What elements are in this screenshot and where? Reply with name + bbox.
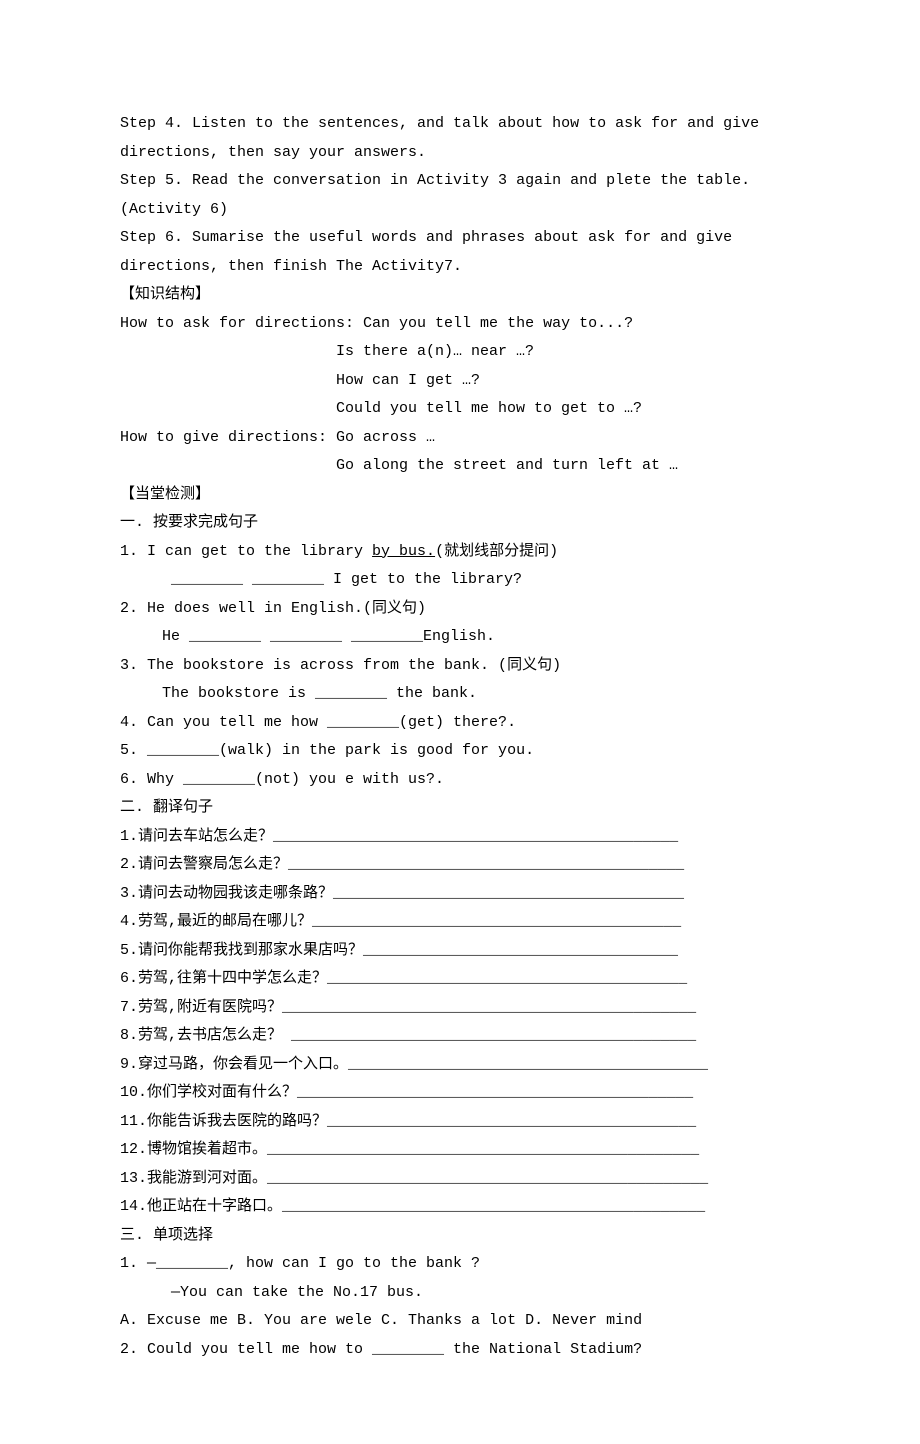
step-4: Step 4. Listen to the sentences, and tal… [120, 110, 800, 167]
question-a4: 4. Can you tell me how ________(get) the… [120, 709, 800, 738]
give-directions-intro: How to give directions: Go across … [120, 424, 800, 453]
question-b10: 10.你们学校对面有什么？___________________________… [120, 1079, 800, 1108]
question-b4: 4.劳驾,最近的邮局在哪儿？__________________________… [120, 908, 800, 937]
question-b3: 3.请问去动物园我该走哪条路？_________________________… [120, 880, 800, 909]
question-a2-blank: He ________ ________ ________English. [120, 623, 800, 652]
question-b9: 9.穿过马路，你会看见一个入口。________________________… [120, 1051, 800, 1080]
section-a-heading: 一. 按要求完成句子 [120, 509, 800, 538]
q-a1-underlined: by bus. [372, 543, 435, 560]
question-b6: 6.劳驾,往第十四中学怎么走？_________________________… [120, 965, 800, 994]
knowledge-heading: 【知识结构】 [120, 281, 800, 310]
ask-directions-intro: How to ask for directions: Can you tell … [120, 310, 800, 339]
question-c1-options: A. Excuse me B. You are wele C. Thanks a… [120, 1307, 800, 1336]
question-a6: 6. Why ________(not) you e with us?. [120, 766, 800, 795]
question-c2: 2. Could you tell me how to ________ the… [120, 1336, 800, 1365]
ask-directions-line3: How can I get …? [120, 367, 800, 396]
step-5: Step 5. Read the conversation in Activit… [120, 167, 800, 224]
ask-directions-line2: Is there a(n)… near …? [120, 338, 800, 367]
question-b1: 1.请问去车站怎么走？_____________________________… [120, 823, 800, 852]
give-directions-line2: Go along the street and turn left at … [120, 452, 800, 481]
question-c1: 1. —________, how can I go to the bank ? [120, 1250, 800, 1279]
question-a1: 1. I can get to the library by bus.(就划线部… [120, 538, 800, 567]
q-a1-pre: 1. I can get to the library [120, 543, 372, 560]
question-b14: 14.他正站在十字路口。____________________________… [120, 1193, 800, 1222]
section-c-heading: 三. 单项选择 [120, 1222, 800, 1251]
section-b-heading: 二. 翻译句子 [120, 794, 800, 823]
question-c1-response: —You can take the No.17 bus. [120, 1279, 800, 1308]
question-b2: 2.请问去警察局怎么走？____________________________… [120, 851, 800, 880]
question-a5: 5. ________(walk) in the park is good fo… [120, 737, 800, 766]
q-a1-post: (就划线部分提问) [435, 543, 558, 560]
question-a3: 3. The bookstore is across from the bank… [120, 652, 800, 681]
test-heading: 【当堂检测】 [120, 481, 800, 510]
question-a1-blank: ________ ________ I get to the library? [120, 566, 800, 595]
ask-directions-line4: Could you tell me how to get to …? [120, 395, 800, 424]
question-a3-blank: The bookstore is ________ the bank. [120, 680, 800, 709]
question-b8: 8.劳驾,去书店怎么走？ ___________________________… [120, 1022, 800, 1051]
question-b12: 12.博物馆挨着超市。_____________________________… [120, 1136, 800, 1165]
question-b13: 13.我能游到河对面。_____________________________… [120, 1165, 800, 1194]
question-b7: 7.劳驾,附近有医院吗？____________________________… [120, 994, 800, 1023]
question-b11: 11.你能告诉我去医院的路吗？_________________________… [120, 1108, 800, 1137]
question-a2: 2. He does well in English.(同义句) [120, 595, 800, 624]
question-b5: 5.请问你能帮我找到那家水果店吗？_______________________… [120, 937, 800, 966]
step-6: Step 6. Sumarise the useful words and ph… [120, 224, 800, 281]
